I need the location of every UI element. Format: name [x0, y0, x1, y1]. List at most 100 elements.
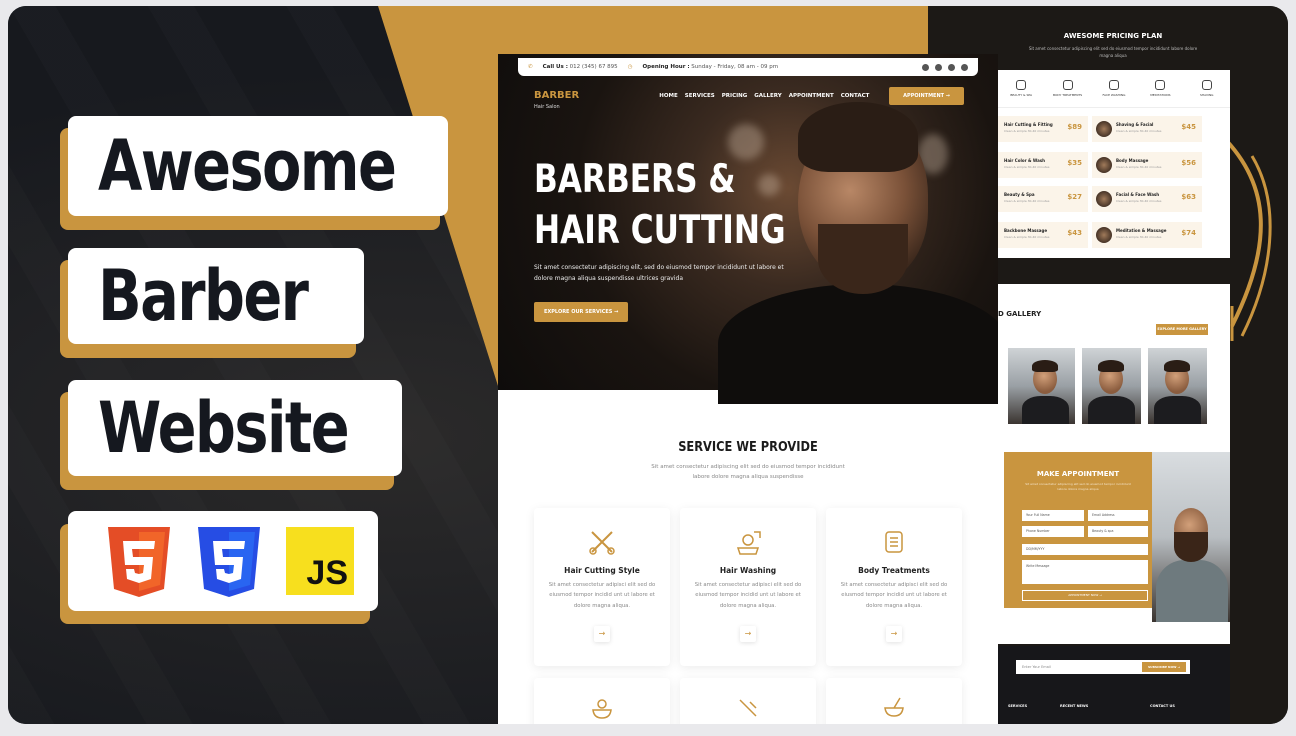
- hair-washing-icon: [736, 531, 761, 555]
- nav-pricing[interactable]: PRICING: [722, 93, 748, 99]
- service-card-partial: [826, 678, 962, 724]
- date-field[interactable]: DD/MM/YYY: [1022, 544, 1148, 555]
- gallery-image[interactable]: [1016, 348, 1075, 424]
- tab-face-washing[interactable]: FACE WASHING: [1099, 80, 1129, 107]
- nav-menu: HOME SERVICES PRICING GALLERY APPOINTMEN…: [659, 93, 869, 99]
- body-icon: [1062, 80, 1073, 90]
- title-line-website: Website: [98, 387, 350, 469]
- service-card: Body Treatments Sit amet consectetur adi…: [826, 508, 962, 666]
- tech-icons-card: JS: [68, 511, 378, 611]
- youtube-icon[interactable]: [948, 63, 955, 71]
- main-navbar: BARBER Hair Salon HOME SERVICES PRICING …: [534, 83, 964, 110]
- avatar: [1096, 157, 1112, 173]
- meditation-icon: [1155, 80, 1166, 90]
- tab-meditations[interactable]: MEDITATIONS: [1145, 80, 1175, 107]
- hero-title-line2: HAIR CUTTING: [534, 208, 786, 254]
- avatar: [1096, 227, 1112, 243]
- avatar: [1096, 191, 1112, 207]
- title-card-website: Website: [68, 380, 402, 476]
- appointment-subtitle: Sit amet consectetur adipiscing elit sed…: [1025, 482, 1131, 491]
- service-card-partial: [680, 678, 816, 724]
- body-treatment-icon: [885, 531, 903, 553]
- service-card-text: Sit amet consectetur adipisci elit sed d…: [840, 582, 948, 609]
- explore-services-button[interactable]: EXPLORE OUR SERVICES →: [534, 302, 629, 322]
- footer-col-services: SERVICES: [1008, 704, 1028, 708]
- price-row: Meditation & Massage Clean & simple 30-40…: [1092, 222, 1202, 248]
- appointment-photo: [1152, 452, 1230, 622]
- title-line-awesome: Awesome: [98, 125, 397, 207]
- price-row: Body Massage Clean & simple 30-40 minutes…: [1092, 152, 1202, 178]
- nav-contact[interactable]: CONTACT: [841, 93, 870, 99]
- face-icon: [1108, 80, 1119, 90]
- nav-home[interactable]: HOME: [659, 93, 678, 99]
- hours-label: Opening Hour : Sunday - Friday, 08 am - …: [642, 64, 779, 70]
- social-links: [922, 63, 968, 71]
- explore-gallery-button[interactable]: EXPLORE MORE GALLERY →: [1156, 324, 1208, 342]
- email-field[interactable]: Email Address: [1088, 510, 1148, 521]
- service-card-title: Body Treatments: [858, 566, 930, 575]
- gallery-image[interactable]: [1008, 348, 1016, 424]
- service-select[interactable]: Beauty & spa: [1088, 526, 1148, 537]
- twitter-icon[interactable]: [935, 63, 942, 71]
- pricing-tabs: BEAUTY & SPA BODY TREATMENTS FACE WASHIN…: [998, 70, 1230, 108]
- title-card-awesome: Awesome: [68, 116, 448, 216]
- price-row: Hair Cutting & Fitting Clean & simple 30-…: [998, 116, 1088, 142]
- message-field[interactable]: Write Message: [1022, 560, 1148, 584]
- hero-hair-shape: [798, 102, 918, 172]
- appointment-button[interactable]: APPOINTMENT →: [889, 87, 964, 105]
- hero-description: Sit amet consectetur adipiscing elit, se…: [534, 264, 784, 283]
- title-card-barber: Barber: [68, 248, 364, 344]
- website-preview: ✆ Call Us : 012 (345) 67 895 ◷ Opening H…: [498, 54, 998, 724]
- hero-section: ✆ Call Us : 012 (345) 67 895 ◷ Opening H…: [498, 54, 998, 404]
- phone-field[interactable]: Phone Number: [1022, 526, 1084, 537]
- hero-beard-shape: [818, 224, 908, 294]
- price-row: Facial & Face Wash Clean & simple 30-40 m…: [1092, 186, 1202, 212]
- logo-name: BARBER: [534, 89, 580, 101]
- instagram-icon[interactable]: [961, 63, 968, 71]
- thumbnail-canvas: Awesome Barber Website JS ✆ Call Us: 01…: [8, 6, 1288, 724]
- pricing-panel: BEAUTY & SPA BODY TREATMENTS FACE WASHIN…: [998, 70, 1230, 258]
- price-row: Shaving & Facial Clean & simple 30-40 min…: [1092, 116, 1202, 142]
- service-card-arrow-button[interactable]: →: [740, 626, 756, 642]
- tab-shaving[interactable]: SHAVING: [1192, 80, 1222, 107]
- nav-appointment[interactable]: APPOINTMENT: [789, 93, 834, 99]
- css3-icon: [194, 527, 264, 597]
- title-line-barber: Barber: [98, 255, 309, 337]
- footer-col-contact: CONTACT US: [1150, 704, 1175, 708]
- hero-title-line1: BARBERS &: [534, 157, 736, 202]
- subscribe-button[interactable]: SUBSCRIBE NOW →: [1142, 662, 1186, 672]
- tab-beauty-spa[interactable]: BEAUTY & SPA: [1006, 80, 1036, 107]
- clock-icon: ◷: [627, 64, 633, 70]
- phone-icon: ✆: [528, 64, 533, 70]
- price-row: Backbone Massage Clean & simple 30-40 min…: [998, 222, 1088, 248]
- service-card-arrow-button[interactable]: →: [594, 626, 610, 642]
- appointment-form: MAKE APPOINTMENT Sit amet consectetur ad…: [1004, 452, 1152, 608]
- logo-sub: Hair Salon: [534, 103, 560, 110]
- html5-icon: [104, 527, 174, 597]
- shaving-icon: [1201, 80, 1212, 90]
- service-card: Hair Cutting Style Sit amet consectetur …: [534, 508, 670, 666]
- top-info-bar: ✆ Call Us : 012 (345) 67 895 ◷ Opening H…: [518, 58, 978, 76]
- nav-services[interactable]: SERVICES: [685, 93, 715, 99]
- beauty-icon: [1016, 80, 1027, 90]
- price-row: Beauty & Spa Clean & simple 30-40 minutes…: [998, 186, 1088, 212]
- gallery-image[interactable]: [1148, 348, 1207, 424]
- javascript-icon: JS: [286, 527, 354, 595]
- footer-col-news: RECENT NEWS: [1060, 704, 1089, 708]
- service-card-arrow-button[interactable]: →: [886, 626, 902, 642]
- service-card: Hair Washing Sit amet consectetur adipis…: [680, 508, 816, 666]
- call-label: Call Us : 012 (345) 67 895: [542, 64, 618, 70]
- price-row: Hair Color & Wash Clean & simple 30-40 mi…: [998, 152, 1088, 178]
- nav-gallery[interactable]: GALLERY: [754, 93, 781, 99]
- services-subtitle: Sit amet consectetur adipiscing elit sed…: [651, 464, 845, 481]
- site-logo[interactable]: BARBER Hair Salon: [534, 83, 579, 110]
- appointment-title: MAKE APPOINTMENT: [1036, 470, 1120, 478]
- full-name-field[interactable]: Your Full Name: [1022, 510, 1084, 521]
- tab-body-treatments[interactable]: BODY TREATMENTS: [1053, 80, 1083, 107]
- gallery-image[interactable]: [1082, 348, 1141, 424]
- hero-cape-shape: [718, 284, 998, 404]
- pricing-subtitle: Sit amet consectetur adipiscing elit sed…: [1028, 46, 1198, 58]
- facebook-icon[interactable]: [922, 63, 929, 71]
- service-card-title: Hair Cutting Style: [564, 566, 640, 575]
- appointment-now-button[interactable]: APPOINTMENT NOW →: [1022, 590, 1148, 601]
